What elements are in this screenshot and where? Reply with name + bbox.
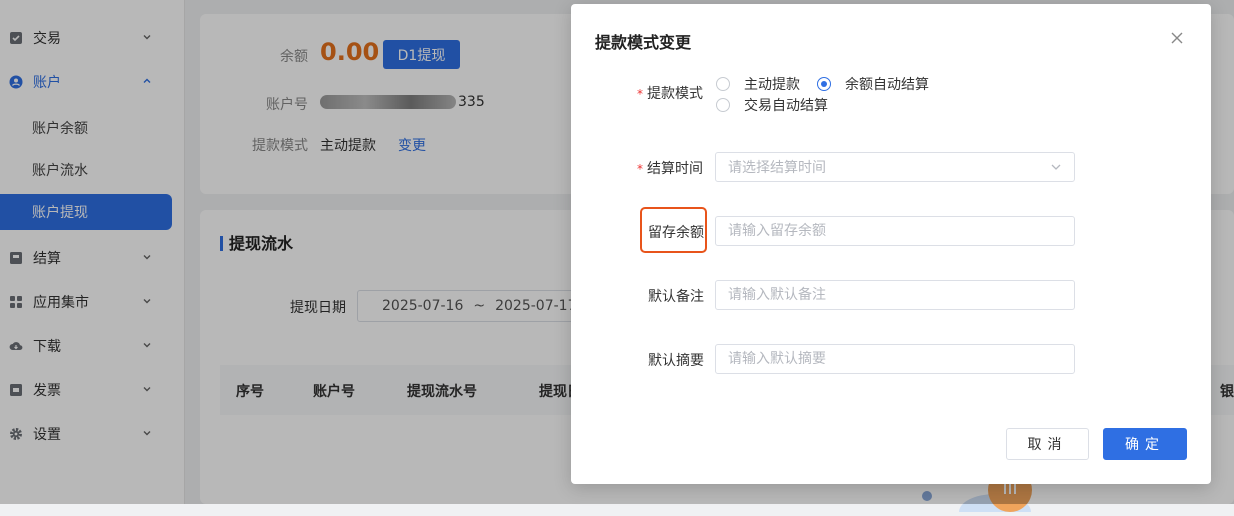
radio-trade-auto-settle[interactable]: 交易自动结算 [716, 95, 828, 115]
settle-time-field-label: * 结算时间 [637, 158, 703, 178]
mode-label-text: 提款模式 [647, 86, 703, 102]
withdraw-mode-dialog: 提款模式变更 * 提款模式 主动提款 余额自动结算 交易自动结算 * 结算时间 请选… [571, 4, 1211, 484]
radio-balance-auto-settle[interactable]: 余额自动结算 [817, 74, 929, 94]
confirm-button[interactable]: 确定 [1103, 428, 1187, 460]
radio-label: 主动提款 [744, 77, 800, 93]
select-placeholder: 请选择结算时间 [728, 160, 826, 176]
reserve-balance-label: 留存余额 [648, 225, 704, 241]
default-note-input[interactable] [715, 280, 1075, 310]
cancel-button[interactable]: 取消 [1006, 428, 1089, 460]
required-asterisk: * [637, 162, 643, 176]
chevron-down-icon [1050, 161, 1062, 177]
radio-label: 交易自动结算 [744, 98, 828, 114]
radio-manual-withdraw[interactable]: 主动提款 [716, 74, 800, 94]
radio-circle[interactable] [716, 77, 730, 91]
default-note-label: 默认备注 [648, 289, 704, 305]
settle-time-select[interactable]: 请选择结算时间 [715, 152, 1075, 182]
radio-circle[interactable] [716, 98, 730, 112]
default-summary-label: 默认摘要 [648, 353, 704, 369]
radio-circle[interactable] [817, 77, 831, 91]
required-asterisk: * [637, 87, 643, 101]
dialog-title: 提款模式变更 [595, 33, 692, 52]
reserve-balance-input[interactable] [715, 216, 1075, 246]
mode-field-label: * 提款模式 [637, 83, 703, 103]
radio-label: 余额自动结算 [845, 77, 929, 93]
close-icon[interactable] [1165, 26, 1189, 50]
settle-time-label-text: 结算时间 [647, 161, 703, 177]
default-summary-input[interactable] [715, 344, 1075, 374]
